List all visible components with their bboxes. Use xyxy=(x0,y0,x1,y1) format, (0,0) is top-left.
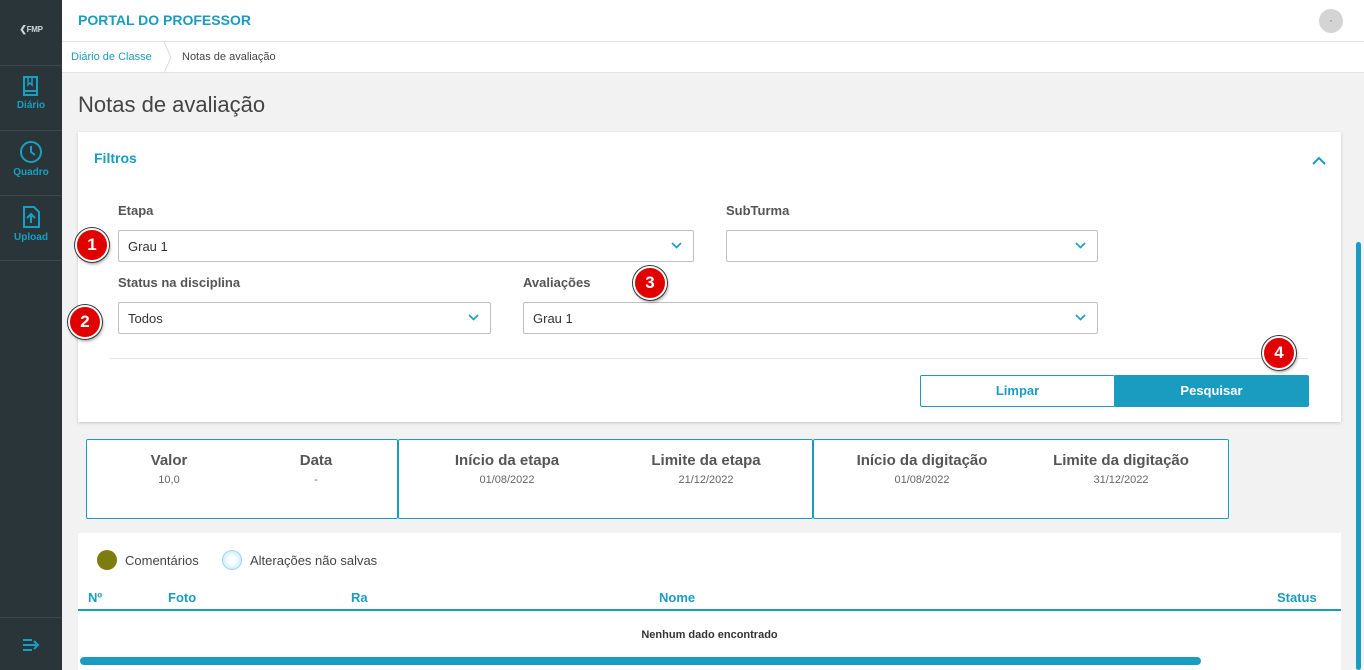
collapse-menu-button[interactable] xyxy=(0,617,62,670)
chevron-down-icon xyxy=(1075,314,1086,321)
user-avatar[interactable]: ● xyxy=(1319,9,1343,33)
status-select[interactable]: Todos xyxy=(118,302,491,334)
horizontal-scrollbar[interactable] xyxy=(80,657,1201,665)
column-header-nome[interactable]: Nome xyxy=(659,590,695,605)
column-header-ra[interactable]: Ra xyxy=(351,590,368,605)
column-header-foto[interactable]: Foto xyxy=(168,590,196,605)
filters-title[interactable]: Filtros xyxy=(94,150,137,166)
sidebar: ❮FMP Diário Quadro Upload xyxy=(0,0,62,670)
data-label: Data xyxy=(299,452,333,469)
book-icon xyxy=(23,76,38,96)
chevron-down-icon xyxy=(671,242,682,249)
collapse-menu-icon xyxy=(23,639,40,651)
etapa-label: Etapa xyxy=(118,203,154,218)
search-button[interactable]: Pesquisar xyxy=(1114,375,1309,407)
marker-2: 2 xyxy=(68,305,102,339)
column-header-numero[interactable]: Nº xyxy=(88,590,102,605)
breadcrumb-separator-icon xyxy=(164,42,172,73)
limite-digitacao-value: 31/12/2022 xyxy=(1093,474,1149,486)
portal-title: PORTAL DO PROFESSOR xyxy=(78,12,251,28)
sidebar-item-upload[interactable]: Upload xyxy=(0,195,62,259)
unsaved-legend-label: Alterações não salvas xyxy=(250,553,378,568)
subturma-select[interactable] xyxy=(726,230,1098,262)
upload-icon xyxy=(23,206,40,228)
avaliacoes-select[interactable]: Grau 1 xyxy=(523,302,1098,334)
marker-4: 4 xyxy=(1262,336,1296,370)
inicio-etapa-value: 01/08/2022 xyxy=(479,474,535,486)
filters-divider xyxy=(110,358,1308,359)
data-value: - xyxy=(314,474,318,486)
unsaved-legend-dot xyxy=(222,550,242,570)
chevron-down-icon xyxy=(468,314,479,321)
status-label: Status na disciplina xyxy=(118,275,241,290)
comments-legend-label: Comentários xyxy=(125,553,199,568)
chevron-up-icon[interactable] xyxy=(1312,156,1326,165)
column-header-status[interactable]: Status xyxy=(1277,590,1317,605)
inicio-digitacao-value: 01/08/2022 xyxy=(894,474,950,486)
avaliacoes-label: Avaliações xyxy=(523,275,591,290)
marker-3: 3 xyxy=(633,266,667,300)
valor-label: Valor xyxy=(150,452,188,469)
inicio-etapa-label: Início da etapa xyxy=(454,452,560,469)
limite-etapa-value: 21/12/2022 xyxy=(678,474,734,486)
sidebar-item-diario[interactable]: Diário xyxy=(0,65,62,129)
table-header-divider xyxy=(78,609,1341,611)
empty-table-message: Nenhum dado encontrado xyxy=(641,629,778,641)
chevron-down-icon xyxy=(1075,242,1086,249)
sidebar-item-label: Diário xyxy=(16,100,46,111)
info-card-etapa: Início da etapa 01/08/2022 Limite da eta… xyxy=(398,439,813,519)
comments-legend-dot xyxy=(97,550,117,570)
inicio-digitacao-label: Início da digitação xyxy=(856,452,988,469)
fmp-logo[interactable]: ❮FMP xyxy=(0,24,62,35)
vertical-scrollbar[interactable] xyxy=(1356,242,1361,670)
breadcrumb: Diário de Classe Notas de avaliação xyxy=(62,42,1364,73)
valor-value: 10,0 xyxy=(158,474,180,486)
status-value: Todos xyxy=(128,311,163,326)
info-card-digitacao: Início da digitação 01/08/2022 Limite da… xyxy=(813,439,1229,519)
marker-1: 1 xyxy=(75,228,109,262)
subturma-label: SubTurma xyxy=(726,203,790,218)
sidebar-item-quadro[interactable]: Quadro xyxy=(0,130,62,194)
sidebar-item-label: Quadro xyxy=(13,167,49,178)
clear-button[interactable]: Limpar xyxy=(920,375,1115,407)
avaliacoes-value: Grau 1 xyxy=(533,311,573,326)
filters-panel: Filtros Etapa Grau 1 SubTurma Status na … xyxy=(78,132,1341,422)
breadcrumb-notas-de-avaliacao: Notas de avaliação xyxy=(182,51,276,63)
etapa-select[interactable]: Grau 1 xyxy=(118,230,694,262)
etapa-value: Grau 1 xyxy=(128,239,168,254)
top-bar: PORTAL DO PROFESSOR ● xyxy=(62,0,1364,42)
clock-icon xyxy=(20,141,42,163)
grades-table: Comentários Alterações não salvas Nº Fot… xyxy=(78,533,1341,670)
sidebar-item-label: Upload xyxy=(14,232,48,243)
page-title: Notas de avaliação xyxy=(78,92,266,117)
info-card-valor-data: Valor 10,0 Data - xyxy=(86,439,398,519)
breadcrumb-diario-de-classe[interactable]: Diário de Classe xyxy=(71,51,152,63)
limite-digitacao-label: Limite da digitação xyxy=(1053,452,1189,469)
limite-etapa-label: Limite da etapa xyxy=(651,452,761,469)
